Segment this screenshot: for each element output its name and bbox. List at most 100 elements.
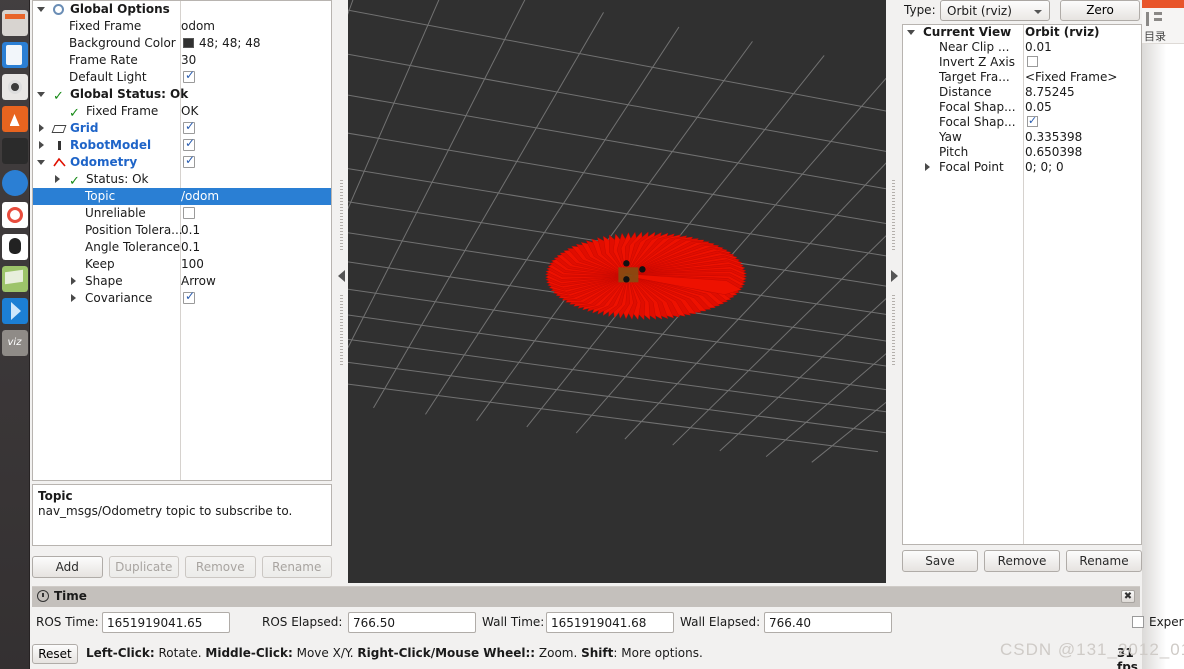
display-tree-row[interactable]: Angle Tolerance 0.1 — [33, 239, 331, 256]
display-tree-row[interactable]: Unreliable — [33, 205, 331, 222]
views-tree[interactable]: Current View Orbit (rviz) Near Clip ... 0.0… — [902, 24, 1142, 545]
view-row-value[interactable]: <Fixed Frame> — [1025, 70, 1117, 85]
display-row-value[interactable]: /odom — [181, 188, 219, 205]
display-row-value[interactable]: 0.1 — [181, 222, 200, 239]
experimental-checkbox[interactable] — [1132, 616, 1144, 628]
view-tree-row[interactable]: Current View Orbit (rviz) — [903, 25, 1141, 40]
chevron-down-icon[interactable] — [37, 5, 46, 14]
display-tree-row[interactable]: Position Tolera... 0.1 — [33, 222, 331, 239]
chevron-down-icon[interactable] — [37, 158, 46, 167]
view-row-checkbox[interactable] — [1027, 56, 1038, 67]
qq-icon[interactable] — [1, 234, 28, 260]
display-row-value[interactable]: 0.1 — [181, 239, 200, 256]
display-tree-row[interactable]: Global Options — [33, 1, 331, 18]
chevron-down-icon[interactable] — [907, 28, 916, 37]
rename-view-button[interactable]: Rename — [1066, 550, 1142, 572]
unity-launcher[interactable]: viz — [0, 0, 30, 669]
image-viewer-icon[interactable] — [1, 42, 28, 68]
chevron-right-icon[interactable] — [53, 175, 62, 184]
time-field-input[interactable]: 766.50 — [348, 612, 476, 633]
chevron-down-icon[interactable] — [37, 90, 46, 99]
close-icon[interactable]: ✖ — [1121, 590, 1135, 603]
time-field-input[interactable]: 1651919041.68 — [546, 612, 674, 633]
remove-view-button[interactable]: Remove — [984, 550, 1060, 572]
view-tree-row[interactable]: Focal Shap... — [903, 113, 1141, 130]
display-row-value[interactable]: 48; 48; 48 — [199, 35, 261, 52]
display-tree-row[interactable]: RobotModel — [33, 137, 331, 154]
view-row-label: Pitch — [939, 145, 969, 159]
displays-tree[interactable]: Global Options Fixed Frame odom Background … — [32, 0, 332, 481]
zero-button[interactable]: Zero — [1060, 0, 1140, 21]
display-tree-row[interactable]: Topic/odom — [33, 188, 331, 205]
view-tree-row[interactable]: Pitch 0.650398 — [903, 145, 1141, 160]
display-row-value[interactable]: 100 — [181, 256, 204, 273]
display-row-value[interactable]: 30 — [181, 52, 196, 69]
chevron-right-icon[interactable] — [37, 124, 46, 133]
view-row-value[interactable]: 0.01 — [1025, 40, 1052, 55]
view-tree-row[interactable]: Target Fra... <Fixed Frame> — [903, 70, 1141, 85]
collapse-right-icon[interactable] — [891, 270, 898, 282]
view-type-select[interactable]: Orbit (rviz) — [940, 0, 1050, 21]
vscode-icon[interactable] — [1, 298, 28, 324]
display-row-value[interactable]: Arrow — [181, 273, 216, 290]
display-tree-row[interactable]: Fixed Frame odom — [33, 18, 331, 35]
chevron-right-icon[interactable] — [69, 294, 78, 303]
view-tree-row[interactable]: Invert Z Axis — [903, 55, 1141, 70]
display-tree-row[interactable]: Default Light — [33, 69, 331, 86]
display-tree-row[interactable]: Shape Arrow — [33, 273, 331, 290]
chevron-right-icon[interactable] — [69, 277, 78, 286]
terminal-icon[interactable] — [1, 138, 28, 164]
wps-writer-icon[interactable] — [1, 202, 28, 228]
display-tree-row[interactable]: Grid — [33, 120, 331, 137]
software-center-icon[interactable] — [1, 106, 28, 132]
display-tree-row[interactable]: ✓ Status: Ok — [33, 171, 331, 188]
color-swatch[interactable] — [183, 38, 194, 48]
view-row-value[interactable]: 0.650398 — [1025, 145, 1082, 160]
background-window[interactable]: 目录 — [1140, 0, 1184, 669]
display-visibility-checkbox[interactable] — [183, 290, 195, 304]
view-tree-row[interactable]: Focal Shap... 0.05 — [903, 100, 1141, 115]
display-tree-row[interactable]: Keep 100 — [33, 256, 331, 273]
view-row-value[interactable]: 8.75245 — [1025, 85, 1075, 100]
display-visibility-checkbox[interactable] — [183, 154, 195, 168]
rviz-icon-glyph: viz — [1, 330, 28, 356]
display-tree-row[interactable]: ✓ Fixed Frame OK — [33, 103, 331, 120]
view-tree-row[interactable]: Distance 8.75245 — [903, 85, 1141, 100]
view-row-checkbox[interactable] — [1027, 113, 1038, 128]
map-tool-icon[interactable] — [1, 266, 28, 292]
collapse-left-icon[interactable] — [338, 270, 345, 282]
view-row-value[interactable]: 0; 0; 0 — [1025, 160, 1064, 175]
browser-icon[interactable] — [1, 170, 28, 196]
display-tree-row[interactable]: Background Color 48; 48; 48 — [33, 35, 331, 52]
add-button[interactable]: Add — [32, 556, 103, 578]
display-visibility-checkbox[interactable] — [183, 69, 195, 83]
view-tree-row[interactable]: Near Clip ... 0.01 — [903, 40, 1141, 55]
render-viewport[interactable] — [348, 0, 886, 583]
save-view-button[interactable]: Save — [902, 550, 978, 572]
toc-label: 目录 — [1144, 30, 1166, 43]
display-visibility-checkbox[interactable] — [183, 207, 195, 219]
display-tree-row[interactable]: ✓ Global Status: Ok — [33, 86, 331, 103]
list-menu-icon[interactable] — [1146, 12, 1162, 26]
time-field-input[interactable]: 766.40 — [764, 612, 892, 633]
display-tree-row[interactable]: Covariance — [33, 290, 331, 307]
view-tree-row[interactable]: Focal Point 0; 0; 0 — [903, 160, 1141, 175]
display-row-value[interactable]: odom — [181, 18, 215, 35]
rviz-icon[interactable]: viz — [1, 330, 28, 356]
left-splitter[interactable] — [336, 0, 348, 583]
files-icon[interactable] — [1, 10, 28, 36]
view-row-value[interactable]: Orbit (rviz) — [1025, 25, 1100, 40]
right-splitter[interactable] — [888, 0, 900, 583]
display-tree-row[interactable]: Frame Rate 30 — [33, 52, 331, 69]
media-player-icon[interactable] — [1, 74, 28, 100]
display-tree-row[interactable]: Odometry — [33, 154, 331, 171]
view-row-value[interactable]: 0.335398 — [1025, 130, 1082, 145]
time-field-input[interactable]: 1651919041.65 — [102, 612, 230, 633]
display-visibility-checkbox[interactable] — [183, 120, 195, 134]
display-visibility-checkbox[interactable] — [183, 137, 195, 151]
chevron-right-icon[interactable] — [37, 141, 46, 150]
chevron-right-icon[interactable] — [923, 163, 932, 172]
view-tree-row[interactable]: Yaw 0.335398 — [903, 130, 1141, 145]
reset-button[interactable]: Reset — [32, 644, 78, 664]
display-row-value[interactable]: OK — [181, 103, 198, 120]
